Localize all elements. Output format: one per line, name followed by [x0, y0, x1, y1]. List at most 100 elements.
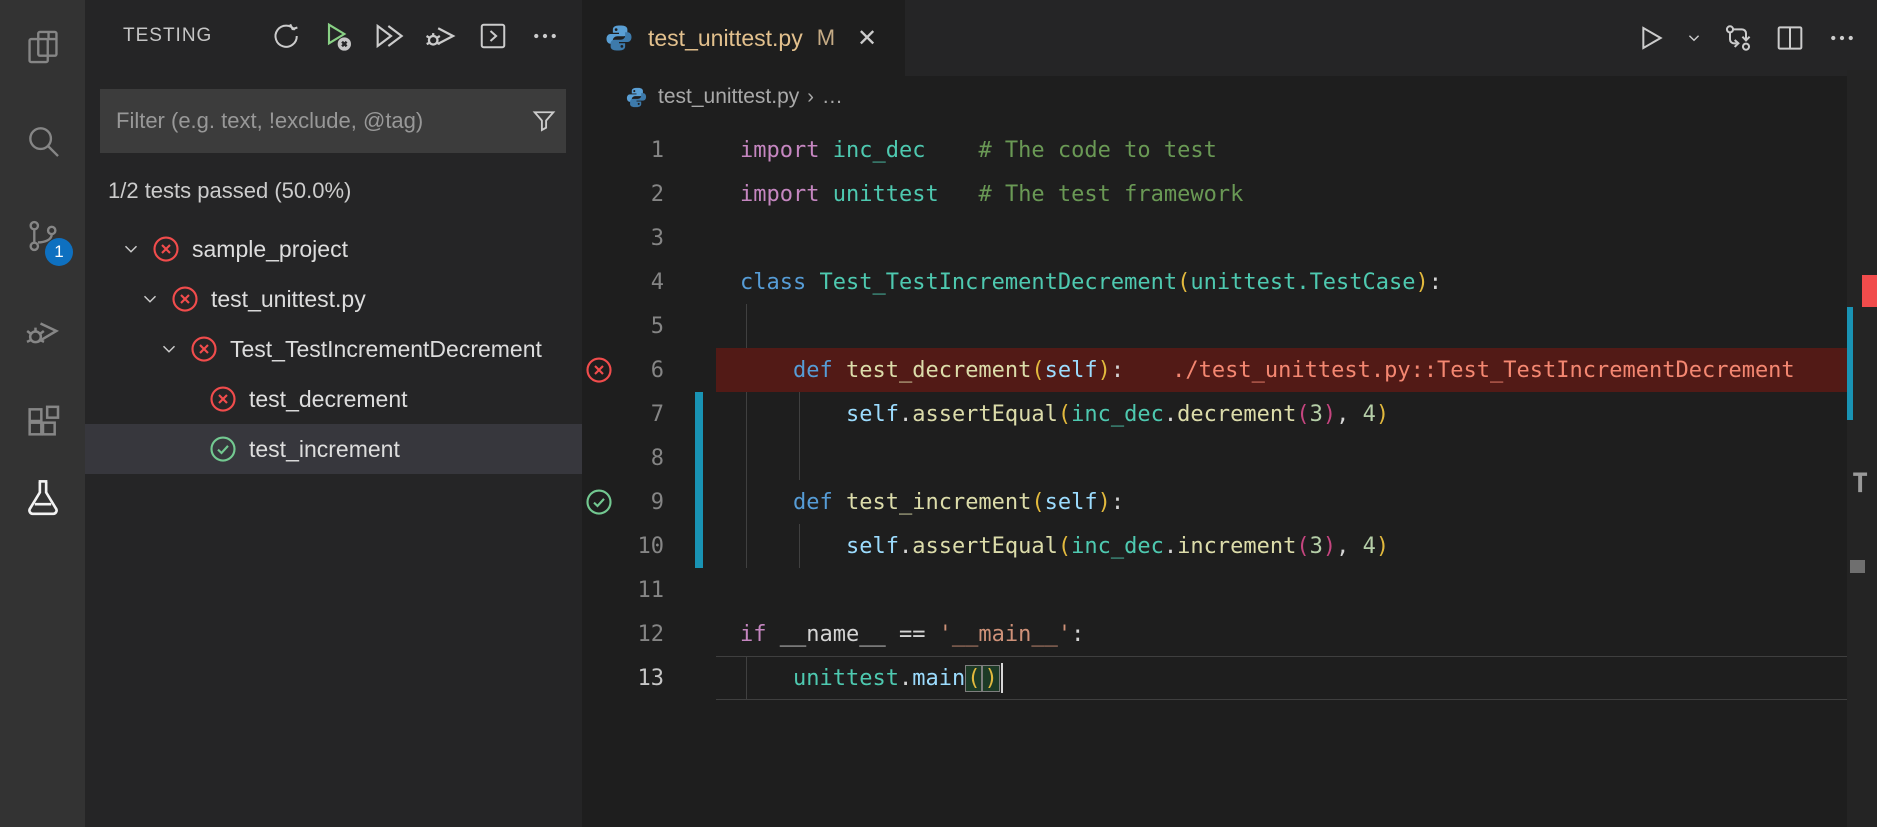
chevron-down-icon[interactable]: [136, 285, 164, 313]
editor-actions: [1629, 0, 1863, 76]
test-tree-item-sample_project[interactable]: sample_project: [85, 224, 582, 274]
code-token: self: [845, 401, 899, 427]
line-content: import unittest # The test framework: [716, 172, 1877, 216]
code-token: def: [792, 489, 833, 515]
code-token: test_increment: [845, 489, 1032, 515]
breadcrumb-file[interactable]: test_unittest.py: [658, 85, 799, 109]
gutter-spacer: [582, 172, 616, 216]
code-token: :: [1071, 621, 1085, 647]
run-and-debug-icon[interactable]: [0, 288, 85, 373]
vscode-window: 1 TESTING Filter (e.g. text, !exclude, @…: [0, 0, 1877, 827]
breadcrumb-more[interactable]: …: [822, 85, 843, 109]
code-token: unittest: [792, 665, 899, 691]
code-token: class: [740, 269, 807, 295]
git-gutter-spacer: [695, 612, 703, 656]
code-line-12[interactable]: 12 if __name__ == '__main__':: [582, 612, 1877, 656]
line-number: 12: [637, 621, 665, 647]
code-token: ): [1322, 533, 1337, 559]
code-token: decrement: [1177, 401, 1297, 427]
breadcrumb: test_unittest.py › …: [582, 76, 1877, 118]
code-line-9[interactable]: 9 def test_increment(self):: [582, 480, 1877, 524]
chevron-down-icon[interactable]: [155, 335, 183, 363]
gutter-test-failed-icon[interactable]: [582, 348, 616, 392]
test-failed-icon: [189, 334, 219, 364]
test-tree-item-test_decrement[interactable]: test_decrement: [85, 374, 582, 424]
code-token: ): [1415, 269, 1429, 295]
search-icon[interactable]: [0, 98, 85, 183]
code-token: :: [1110, 357, 1125, 383]
code-token: assertEqual: [912, 533, 1058, 559]
tree-item-label: Test_TestIncrementDecrement: [230, 335, 542, 362]
line-content: import inc_dec # The code to test: [716, 128, 1877, 172]
test-tree-item-test_unittest.py[interactable]: test_unittest.py: [85, 274, 582, 324]
test-filter-box: [100, 89, 566, 153]
tab-close-icon[interactable]: ✕: [851, 22, 883, 54]
run-failed-tests-icon[interactable]: [318, 17, 356, 55]
split-editor-icon[interactable]: [1769, 17, 1811, 59]
code-line-10[interactable]: 10 self. assertEqual(inc_dec. increment(3)…: [582, 524, 1877, 568]
run-dropdown-chevron-icon[interactable]: [1681, 17, 1707, 59]
test-tree-item-Test_TestIncrementDecrement[interactable]: Test_TestIncrementDecrement: [85, 324, 582, 374]
code-token: (: [1031, 357, 1045, 383]
code-line-3[interactable]: 3: [582, 216, 1877, 260]
gutter-test-passed-icon[interactable]: [582, 480, 616, 524]
code-line-4[interactable]: 4 class Test_TestIncrementDecrement(unitt…: [582, 260, 1877, 304]
chevron-down-icon[interactable]: [117, 235, 145, 263]
run-python-file-icon[interactable]: [1629, 17, 1671, 59]
code-token: 3: [1309, 533, 1323, 559]
code-line-8[interactable]: 8: [582, 436, 1877, 480]
code-token: ): [1375, 401, 1390, 427]
code-token: .: [1163, 533, 1178, 559]
code-line-2[interactable]: 2 import unittest # The test framework: [582, 172, 1877, 216]
more-actions-icon[interactable]: [1821, 17, 1863, 59]
debug-tests-icon[interactable]: [422, 17, 460, 55]
code-token: :: [1428, 269, 1443, 295]
code-token: 4: [1362, 533, 1376, 559]
extensions-icon[interactable]: [0, 378, 85, 463]
tab-test-unittest[interactable]: test_unittest.py M ✕: [582, 0, 905, 76]
gutter-spacer: [582, 656, 616, 700]
open-panel-icon[interactable]: [474, 17, 512, 55]
gutter-spacer: [582, 392, 616, 436]
code-token: ,: [1336, 533, 1363, 559]
code-line-13[interactable]: 13 unittest. main(): [582, 656, 1877, 700]
refresh-tests-icon[interactable]: [266, 17, 304, 55]
editor-group: test_unittest.py M ✕ test_unittest.py › …: [582, 0, 1877, 827]
test-filter-input[interactable]: [100, 108, 522, 134]
explorer-icon[interactable]: [0, 4, 85, 89]
text-cursor: [1000, 663, 1003, 693]
line-content: unittest. main(): [716, 656, 1877, 700]
code-line-6[interactable]: 6 def test_decrement(self): ./test_unitte…: [582, 348, 1877, 392]
breadcrumb-separator: ›: [807, 85, 814, 108]
code-editor[interactable]: 1 import inc_dec # The code to test 2 impor…: [582, 118, 1877, 827]
line-content: [716, 304, 1877, 348]
code-line-7[interactable]: 7 self. assertEqual(inc_dec. decrement(3),…: [582, 392, 1877, 436]
code-token: # The code to test: [978, 137, 1217, 163]
test-tree-item-test_increment[interactable]: test_increment: [85, 424, 582, 474]
code-line-11[interactable]: 11: [582, 568, 1877, 612]
line-number: 9: [650, 489, 664, 515]
line-content: [716, 568, 1877, 612]
code-line-5[interactable]: 5: [582, 304, 1877, 348]
sidebar-header: TESTING: [85, 0, 582, 72]
open-changes-icon[interactable]: [1717, 17, 1759, 59]
testing-icon[interactable]: [0, 455, 85, 540]
git-modified-gutter-marker: [695, 436, 703, 480]
filter-icon[interactable]: [522, 107, 566, 135]
line-number: 2: [650, 181, 664, 207]
source-control-icon[interactable]: 1: [0, 193, 85, 278]
code-token: import: [740, 137, 820, 163]
more-actions-icon[interactable]: [526, 17, 564, 55]
git-gutter-spacer: [695, 304, 703, 348]
run-all-tests-icon[interactable]: [370, 17, 408, 55]
line-number: 5: [650, 313, 664, 339]
minimap-code-mark: [1850, 560, 1865, 573]
code-line-1[interactable]: 1 import inc_dec # The code to test: [582, 128, 1877, 172]
minimap[interactable]: T: [1847, 70, 1877, 827]
code-token: ): [982, 664, 1000, 692]
code-token: ): [1322, 401, 1337, 427]
